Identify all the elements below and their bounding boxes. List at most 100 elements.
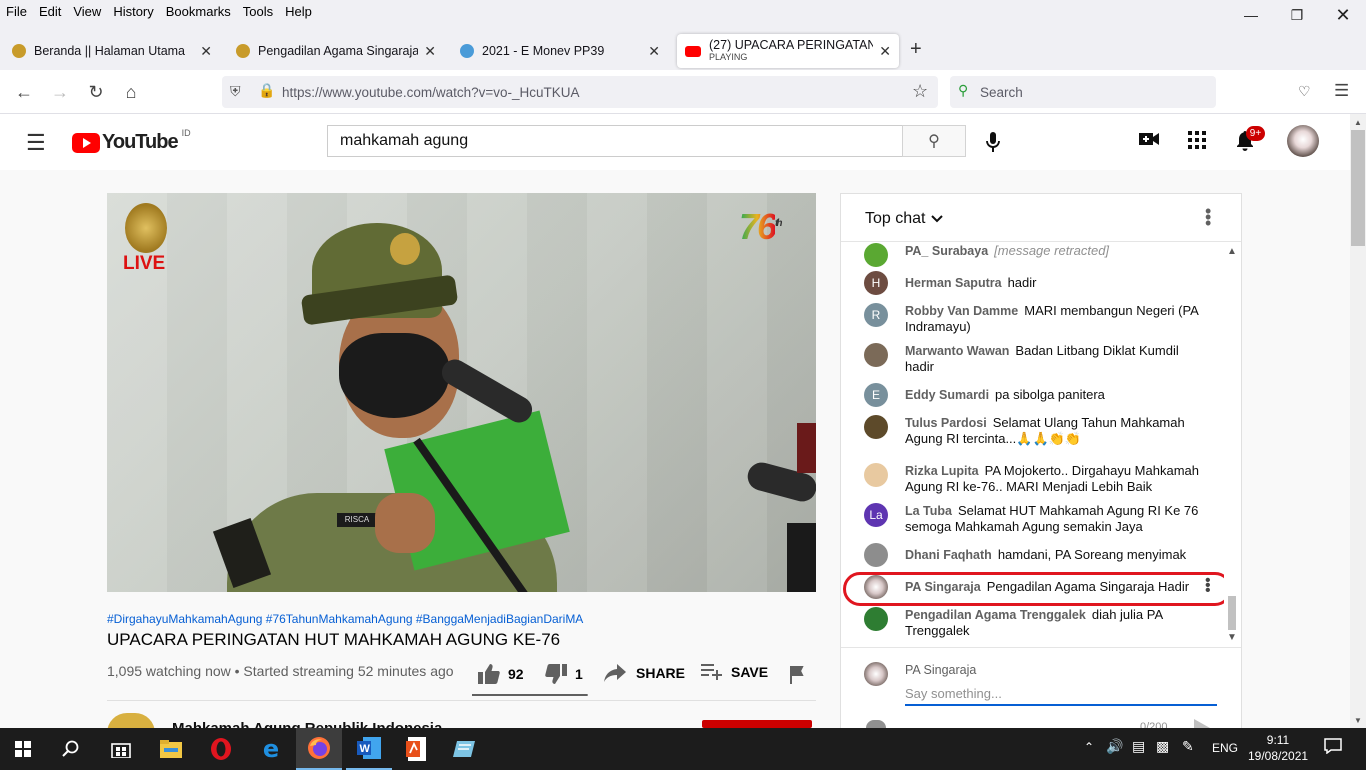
volume-icon[interactable]: 🔊 xyxy=(1106,738,1123,755)
share-icon xyxy=(604,664,626,682)
create-video-icon[interactable] xyxy=(1139,131,1159,150)
page-scrollbar[interactable]: ▲ ▼ xyxy=(1350,114,1366,728)
youtube-logo[interactable]: YouTube ID xyxy=(72,128,191,154)
home-icon[interactable]: ⌂ xyxy=(120,82,142,103)
pdf-app-icon[interactable] xyxy=(394,728,440,770)
youtube-search-button[interactable]: ⚲ xyxy=(902,125,966,157)
chat-header: Top chat • • • xyxy=(841,194,1241,242)
tab-pa-singaraja[interactable]: Pengadilan Agama Singaraja - A ✕ xyxy=(228,34,444,68)
url-bar[interactable]: ⛨ 🔒 https://www.youtube.com/watch?v=vo-_… xyxy=(222,76,938,108)
tab-close-icon[interactable]: ✕ xyxy=(648,43,660,60)
chat-message: La La Tuba Selamat HUT Mahkamah Agung RI … xyxy=(864,503,1204,535)
chat-avatar: R xyxy=(864,303,888,327)
language-indicator[interactable]: ENG xyxy=(1212,741,1238,755)
search-icon: ⚲ xyxy=(928,133,940,150)
chat-message: R Robby Van Damme MARI membangun Negeri (… xyxy=(864,303,1204,335)
scroll-up-icon[interactable]: ▲ xyxy=(1227,246,1237,257)
scroll-down-icon[interactable]: ▼ xyxy=(1227,632,1237,643)
forward-icon[interactable]: → xyxy=(49,82,71,103)
voice-search-icon[interactable] xyxy=(977,126,1009,158)
word-icon[interactable]: W xyxy=(346,728,392,770)
url-text[interactable]: https://www.youtube.com/watch?v=vo-_HcuT… xyxy=(282,85,580,100)
site-favicon-icon xyxy=(460,44,474,58)
chat-mode-dropdown[interactable]: Top chat xyxy=(865,210,944,228)
store-icon[interactable] xyxy=(98,728,144,770)
reload-icon[interactable]: ↻ xyxy=(85,82,107,103)
action-center-icon[interactable] xyxy=(1324,738,1342,757)
show-hidden-icons[interactable]: ⌃ xyxy=(1084,740,1094,754)
menu-bookmarks[interactable]: Bookmarks xyxy=(166,4,231,19)
pocket-icon[interactable]: ♡ xyxy=(1298,83,1311,100)
scroll-thumb[interactable] xyxy=(1228,596,1236,630)
chat-more-options-icon[interactable]: • • • xyxy=(1205,202,1211,232)
search-icon: ⚲ xyxy=(958,82,969,98)
chat-message: Marwanto Wawan Badan Litbang Diklat Kumdi… xyxy=(864,343,1204,375)
taskbar-search-icon[interactable] xyxy=(48,728,94,770)
dislike-button[interactable]: 1 xyxy=(545,664,583,684)
tab-close-icon[interactable]: ✕ xyxy=(424,43,436,60)
bookmark-star-icon[interactable]: ☆ xyxy=(912,81,928,102)
channel-name[interactable]: Mahkamah Agung Republik Indonesia xyxy=(172,720,442,728)
user-avatar[interactable] xyxy=(1287,125,1319,157)
svg-text:W: W xyxy=(360,743,371,755)
chat-avatar xyxy=(864,343,888,367)
tab-emonev[interactable]: 2021 - E Monev PP39 ✕ xyxy=(452,34,668,68)
back-icon[interactable]: ← xyxy=(13,82,35,103)
browser-search-field[interactable]: ⚲ Search xyxy=(950,76,1216,108)
site-favicon-icon xyxy=(12,44,26,58)
anniversary-76-logo: 76th xyxy=(739,206,783,247)
send-icon[interactable] xyxy=(1194,719,1210,728)
chat-avatar xyxy=(864,463,888,487)
pen-icon[interactable]: ✎ xyxy=(1182,738,1194,755)
chat-avatar xyxy=(864,607,888,631)
file-explorer-icon[interactable] xyxy=(148,728,194,770)
chat-scrollbar[interactable]: ▲ ▼ xyxy=(1224,244,1240,646)
menu-help[interactable]: Help xyxy=(285,4,312,19)
playlist-add-icon xyxy=(701,664,722,680)
tab-youtube-active[interactable]: (27) UPACARA PERINGATAN HU PLAYING ✕ xyxy=(677,34,899,68)
menu-file[interactable]: File xyxy=(6,4,27,19)
hamburger-menu-icon[interactable]: ☰ xyxy=(26,130,46,156)
tab-close-icon[interactable]: ✕ xyxy=(200,43,212,60)
app-menu-icon[interactable]: ☰ xyxy=(1334,81,1349,101)
share-button[interactable]: SHARE xyxy=(604,664,685,682)
menu-view[interactable]: View xyxy=(73,4,101,19)
firefox-icon[interactable] xyxy=(296,728,342,770)
emoji-icon[interactable] xyxy=(866,720,886,728)
chat-message: Dhani Faqhath hamdani, PA Soreang menyima… xyxy=(864,543,1204,567)
chevron-down-icon xyxy=(931,215,944,223)
video-hashtags[interactable]: #DirgahayuMahkamahAgung #76TahunMahkamah… xyxy=(107,612,583,626)
lock-icon[interactable]: 🔒 xyxy=(258,82,275,99)
video-title: UPACARA PERINGATAN HUT MAHKAMAH AGUNG KE… xyxy=(107,630,561,649)
report-flag-icon[interactable] xyxy=(790,666,806,687)
chat-message: Tulus Pardosi Selamat Ulang Tahun Mahkama… xyxy=(864,415,1204,447)
tab-beranda[interactable]: Beranda || Halaman Utama ✕ xyxy=(4,34,220,68)
new-tab-icon[interactable]: + xyxy=(910,38,922,61)
menu-tools[interactable]: Tools xyxy=(243,4,273,19)
minimize-icon[interactable]: — xyxy=(1228,0,1274,30)
network-icon[interactable]: ▤ xyxy=(1132,738,1145,755)
menu-history[interactable]: History xyxy=(113,4,153,19)
save-button[interactable]: SAVE xyxy=(701,664,768,680)
like-ratio-bar xyxy=(472,694,588,696)
like-button[interactable]: 92 xyxy=(478,664,524,684)
notes-app-icon[interactable] xyxy=(442,728,488,770)
menu-edit[interactable]: Edit xyxy=(39,4,61,19)
shield-icon[interactable]: ⛨ xyxy=(230,83,241,100)
youtube-search-input[interactable]: mahkamah agung xyxy=(327,125,903,157)
clock[interactable]: 9:11 19/08/2021 xyxy=(1248,732,1308,764)
restore-icon[interactable]: ❐ xyxy=(1274,0,1320,30)
edge-icon[interactable]: e xyxy=(248,728,294,770)
windows-start-icon[interactable] xyxy=(0,728,46,770)
youtube-favicon-icon xyxy=(685,45,701,57)
chat-message-input[interactable]: Say something... xyxy=(905,684,1217,706)
subscribe-button[interactable] xyxy=(702,720,812,728)
chat-input-avatar xyxy=(864,662,888,686)
battery-icon[interactable]: ▩ xyxy=(1156,738,1169,755)
opera-icon[interactable] xyxy=(198,728,244,770)
site-favicon-icon xyxy=(236,44,250,58)
apps-grid-icon[interactable] xyxy=(1188,131,1206,152)
video-player[interactable]: RISCA LIVE 76th xyxy=(107,193,816,592)
tab-close-icon[interactable]: ✕ xyxy=(879,43,891,60)
close-window-icon[interactable]: ✕ xyxy=(1320,0,1366,30)
